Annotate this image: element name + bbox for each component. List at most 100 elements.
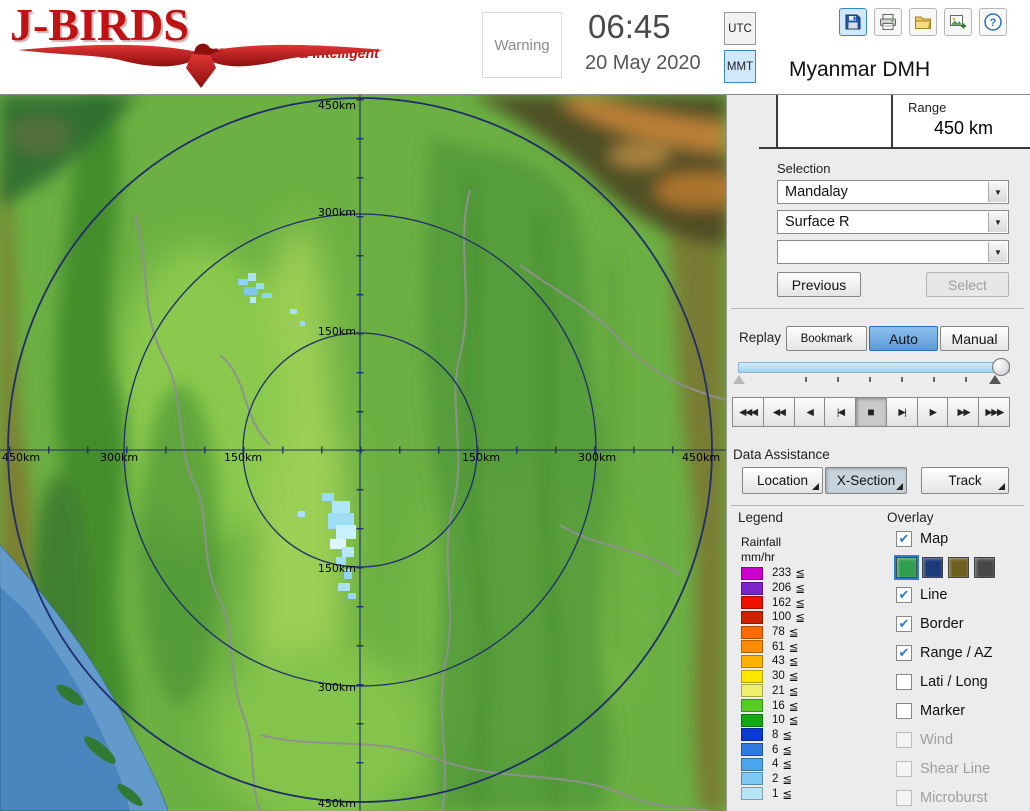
playback-controls: ◀◀◀ ◀◀ ◀ |◀ ■ ▶| ▶ ▶▶ ▶▶▶ bbox=[732, 397, 1011, 427]
checkbox[interactable] bbox=[896, 531, 912, 547]
chevron-down-icon[interactable]: ▼ bbox=[988, 242, 1007, 262]
range-divider bbox=[891, 95, 893, 148]
svg-text:450km: 450km bbox=[682, 451, 720, 464]
option-select[interactable]: ▼ bbox=[777, 240, 1009, 264]
checkbox[interactable] bbox=[896, 674, 912, 690]
legend-label: Legend bbox=[738, 510, 784, 525]
checkbox[interactable] bbox=[896, 587, 912, 603]
station-select-value: Mandalay bbox=[785, 184, 848, 200]
control-panel: Range 450 km Selection Mandalay ▼ Surfac… bbox=[726, 95, 1030, 811]
fast-forward-button[interactable]: ▶▶ bbox=[947, 397, 980, 427]
checkbox[interactable] bbox=[896, 616, 912, 632]
timeline-start-marker bbox=[733, 375, 745, 384]
clock-date: 20 May 2020 bbox=[585, 52, 701, 74]
legend-color-chip bbox=[741, 625, 763, 639]
clock-time: 06:45 bbox=[588, 8, 671, 45]
timezone-utc-button[interactable]: UTC bbox=[724, 12, 756, 45]
fast-rewind-button[interactable]: ◀◀ bbox=[762, 397, 795, 427]
product-select[interactable]: Surface R ▼ bbox=[777, 210, 1009, 234]
timeline-tick bbox=[965, 377, 967, 382]
x-section-button[interactable]: X-Section bbox=[825, 467, 907, 494]
overlay-item-range-az: Range / AZ bbox=[896, 645, 993, 661]
product-select-value: Surface R bbox=[785, 214, 850, 230]
range-value: 450 km bbox=[933, 118, 993, 138]
checkbox bbox=[896, 790, 912, 806]
open-folder-button[interactable] bbox=[909, 8, 937, 36]
legend-color-chip bbox=[741, 787, 763, 801]
auto-mode-button[interactable]: Auto bbox=[869, 326, 938, 351]
station-select[interactable]: Mandalay ▼ bbox=[777, 180, 1009, 204]
play-button[interactable]: ▶ bbox=[916, 397, 949, 427]
legend-entry: 6 ≦ bbox=[741, 742, 805, 757]
timeline-tick bbox=[869, 377, 871, 382]
checkbox[interactable] bbox=[896, 703, 912, 719]
track-button[interactable]: Track bbox=[921, 467, 1009, 494]
export-image-button[interactable] bbox=[944, 8, 972, 36]
overlay-item-border: Border bbox=[896, 616, 964, 632]
svg-text:300km: 300km bbox=[578, 451, 616, 464]
select-button: Select bbox=[926, 272, 1009, 297]
legend-entry: 206 ≦ bbox=[741, 581, 805, 596]
bookmark-button[interactable]: Bookmark bbox=[786, 326, 867, 351]
legend-color-chip bbox=[741, 581, 763, 595]
timeline-position-marker[interactable] bbox=[989, 375, 1001, 384]
save-button[interactable] bbox=[839, 8, 867, 36]
legend-entry: 8 ≦ bbox=[741, 728, 805, 743]
forward-to-end-button[interactable]: ▶▶▶ bbox=[978, 397, 1011, 427]
svg-text:150km: 150km bbox=[224, 451, 262, 464]
reverse-play-button[interactable]: ◀ bbox=[793, 397, 826, 427]
chevron-down-icon[interactable]: ▼ bbox=[988, 212, 1007, 232]
open-folder-icon bbox=[915, 16, 932, 29]
svg-text:?: ? bbox=[990, 17, 997, 29]
overlay-item-map: Map bbox=[896, 531, 948, 547]
map-style-navy[interactable] bbox=[922, 557, 943, 578]
jbirds-app: J-BIRDS JRC-Brilliant & Intelligent Rada… bbox=[0, 0, 1030, 811]
timezone-mmt-button[interactable]: MMT bbox=[724, 50, 756, 83]
step-back-button[interactable]: |◀ bbox=[824, 397, 857, 427]
legend-entry: 30 ≦ bbox=[741, 669, 805, 684]
legend-color-chip bbox=[741, 596, 763, 610]
legend-color-chip bbox=[741, 757, 763, 771]
selection-label: Selection bbox=[777, 161, 831, 176]
overlay-item-microburst: Microburst bbox=[896, 790, 988, 806]
stop-button[interactable]: ■ bbox=[855, 397, 887, 427]
legend-color-chip bbox=[741, 772, 763, 786]
radar-map[interactable]: 450km 300km 150km 150km 300km 450km 450k… bbox=[0, 95, 726, 811]
map-style-gray[interactable] bbox=[974, 557, 995, 578]
chevron-down-icon[interactable]: ▼ bbox=[988, 182, 1007, 202]
range-display: Range 450 km bbox=[776, 95, 1030, 148]
map-style-swatches bbox=[894, 555, 995, 580]
legend-entry: 1 ≦ bbox=[741, 786, 805, 801]
legend-color-chip bbox=[741, 654, 763, 668]
replay-timeline-track[interactable] bbox=[738, 362, 1010, 373]
replay-label: Replay bbox=[739, 330, 782, 345]
map-style-green[interactable] bbox=[894, 555, 919, 580]
rewind-to-start-button[interactable]: ◀◀◀ bbox=[732, 397, 764, 427]
legend-color-chip bbox=[741, 699, 763, 713]
svg-text:450km: 450km bbox=[318, 99, 356, 112]
previous-button[interactable]: Previous bbox=[777, 272, 861, 297]
step-forward-button[interactable]: ▶| bbox=[885, 397, 918, 427]
eagle-logo-icon bbox=[18, 43, 384, 88]
checkbox[interactable] bbox=[896, 645, 912, 661]
location-button[interactable]: Location bbox=[742, 467, 823, 494]
manual-mode-button[interactable]: Manual bbox=[940, 326, 1009, 351]
replay-timeline-thumb[interactable] bbox=[992, 358, 1010, 376]
svg-text:150km: 150km bbox=[318, 325, 356, 338]
legend-entry: 78 ≦ bbox=[741, 625, 805, 640]
overlay-item-wind: Wind bbox=[896, 732, 953, 748]
legend-entry: 4 ≦ bbox=[741, 757, 805, 772]
print-button[interactable] bbox=[874, 8, 902, 36]
legend-entry: 233 ≦ bbox=[741, 566, 805, 581]
svg-text:300km: 300km bbox=[318, 681, 356, 694]
legend-color-chip bbox=[741, 610, 763, 624]
overlay-item-marker: Marker bbox=[896, 703, 965, 719]
map-style-olive[interactable] bbox=[948, 557, 969, 578]
timeline-tick bbox=[933, 377, 935, 382]
station-name: Myanmar DMH bbox=[789, 58, 931, 81]
help-button[interactable]: ? bbox=[979, 8, 1007, 36]
svg-text:450km: 450km bbox=[2, 451, 40, 464]
export-image-icon bbox=[950, 15, 966, 29]
legend-entry: 16 ≦ bbox=[741, 698, 805, 713]
timeline-tick bbox=[837, 377, 839, 382]
